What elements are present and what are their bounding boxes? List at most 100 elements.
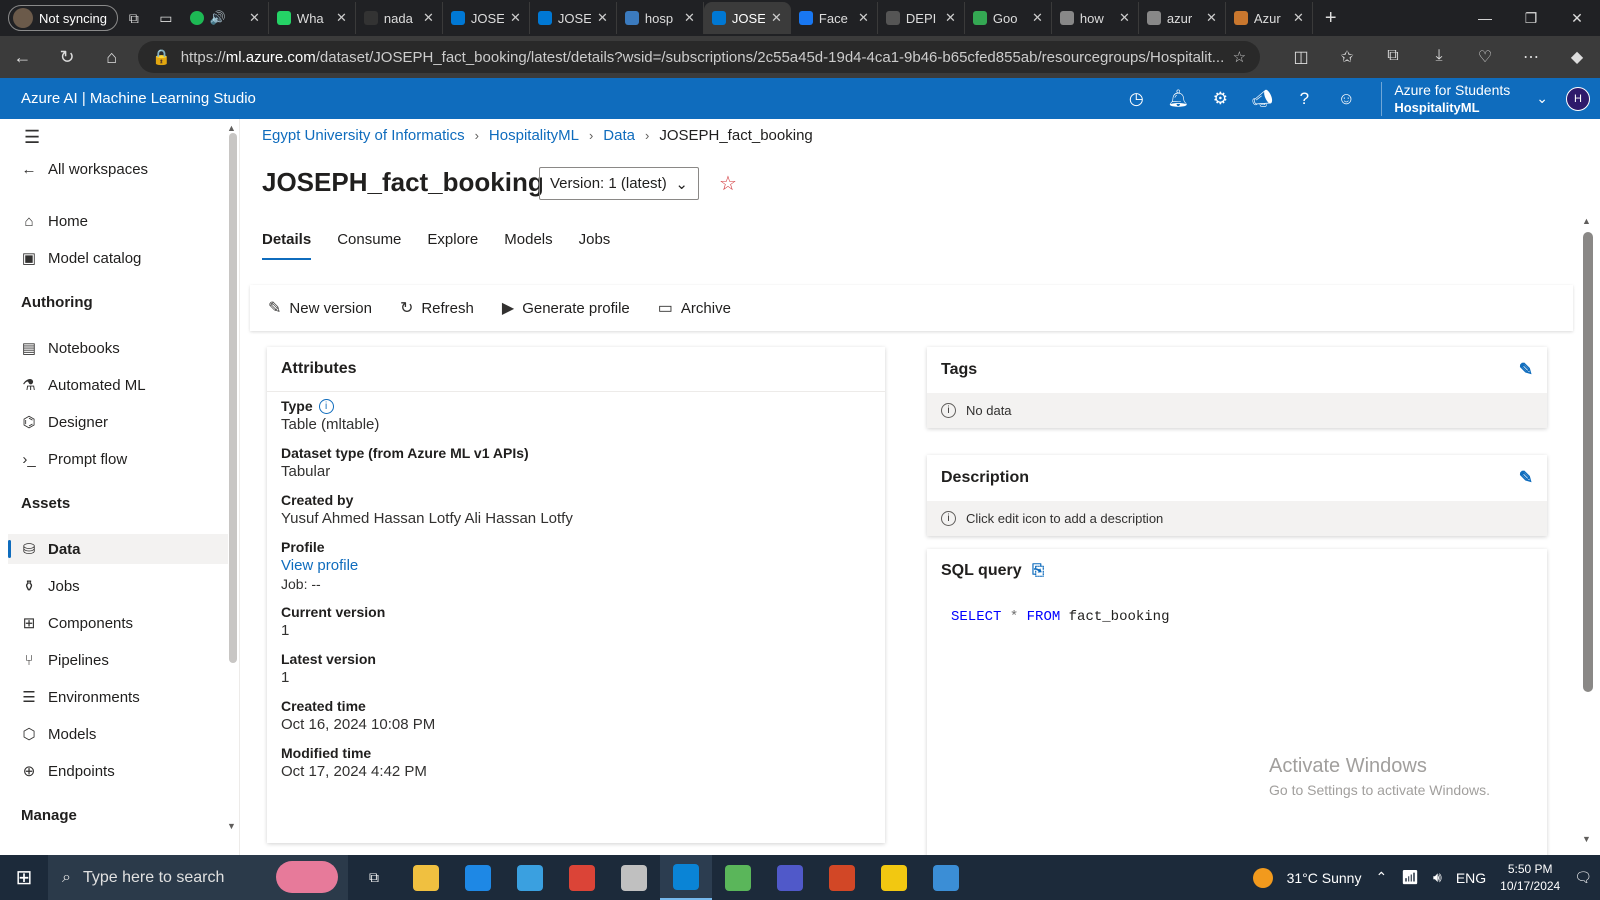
info-icon[interactable]: i [318,398,334,414]
main-scroll-down[interactable]: ▼ [1582,834,1591,844]
taskbar-app[interactable] [452,855,504,900]
taskbar-app[interactable] [816,855,868,900]
close-icon[interactable]: ✕ [510,10,521,26]
close-icon[interactable]: ✕ [423,10,434,26]
edit-tags-icon[interactable]: ✎ [1519,360,1533,380]
taskbar-app[interactable] [660,855,712,900]
account-switcher[interactable]: Azure for Students HospitalityML [1381,81,1510,116]
close-icon[interactable]: ✕ [249,10,260,26]
taskbar-app[interactable] [764,855,816,900]
nav-environments[interactable]: ☰ Environments [20,682,226,712]
favorite-star-icon[interactable]: ☆ [719,171,737,196]
archive-button[interactable]: ▭ Archive [658,298,731,318]
breadcrumb-workspace[interactable]: HospitalityML [489,127,579,144]
nav-all-workspaces[interactable]: ← All workspaces [20,154,226,184]
close-icon[interactable]: ✕ [1119,10,1130,26]
browser-tab[interactable]: Azur ✕ [1226,2,1313,34]
close-icon[interactable]: ✕ [1206,10,1217,26]
close-icon[interactable]: ✕ [945,10,956,26]
nav-model-catalog[interactable]: ▣ Model catalog [20,243,226,273]
view-profile-link[interactable]: View profile [281,557,358,574]
browser-tab[interactable]: hosp ✕ [617,2,704,34]
browser-tab[interactable]: JOSE ✕ [530,2,617,34]
extensions-icon[interactable]: ♡ [1462,47,1508,67]
taskbar-search[interactable]: ⌕ Type here to search [48,855,348,900]
browser-tab[interactable]: JOSE ✕ [703,2,791,34]
announcement-icon[interactable]: 📣︎ [1241,89,1283,109]
close-icon[interactable]: ✕ [597,10,608,26]
browser-tab-spotify[interactable]: 🔊 ✕ [182,2,269,34]
weather-text[interactable]: 31°C Sunny [1287,870,1362,886]
browser-tab[interactable]: Face ✕ [791,2,878,34]
nav-scrollbar[interactable] [229,133,237,663]
start-button[interactable]: ⊞ [0,865,48,890]
split-screen-icon[interactable]: ◫ [1278,47,1324,67]
feedback-icon[interactable]: ☺ [1325,89,1367,109]
network-icon[interactable]: 📶︎ [1401,869,1419,886]
close-icon[interactable]: ✕ [684,10,695,26]
tray-chevron-icon[interactable]: ⌃ [1375,869,1387,886]
browser-tab[interactable]: azur ✕ [1139,2,1226,34]
gear-icon[interactable]: ⚙ [1199,89,1241,109]
chevron-down-icon[interactable]: ⌄ [1536,90,1548,107]
bell-icon[interactable]: 🔔︎ [1157,89,1199,109]
minimize-button[interactable]: — [1462,10,1508,27]
tab-jobs[interactable]: Jobs [579,231,611,260]
url-field[interactable]: 🔒 https://ml.azure.com/dataset/JOSEPH_fa… [138,41,1261,73]
taskbar-app[interactable] [868,855,920,900]
sql-code-view[interactable]: SELECT * FROM fact_booking [939,599,1535,849]
taskbar-app[interactable] [920,855,972,900]
breadcrumb-data[interactable]: Data [603,127,635,144]
nav-designer[interactable]: ⌬ Designer [20,407,226,437]
nav-endpoints[interactable]: ⊕ Endpoints [20,756,226,786]
copy-icon[interactable]: ⎘ [1032,562,1044,579]
nav-home[interactable]: ⌂ Home [20,206,226,236]
clock[interactable]: 5:50 PM 10/17/2024 [1500,861,1560,895]
browser-tab[interactable]: Wha ✕ [269,2,356,34]
language-indicator[interactable]: ENG [1456,870,1486,886]
nav-models[interactable]: ⬡ Models [20,719,226,749]
taskbar-app[interactable] [608,855,660,900]
edit-description-icon[interactable]: ✎ [1519,468,1533,488]
copilot-icon[interactable]: ◆ [1554,47,1600,67]
close-icon[interactable]: ✕ [1032,10,1043,26]
browser-tab[interactable]: JOSE ✕ [443,2,530,34]
taskbar-app[interactable] [712,855,764,900]
nav-scroll-down[interactable]: ▼ [227,821,236,831]
nav-pipelines[interactable]: ⑂ Pipelines [20,645,226,675]
tab-consume[interactable]: Consume [337,231,401,260]
nav-jobs[interactable]: ⚱ Jobs [20,571,226,601]
studio-brand[interactable]: Azure AI | Machine Learning Studio [21,90,256,107]
workspaces-icon[interactable]: ⧉ [118,4,150,32]
close-icon[interactable]: ✕ [1293,10,1304,26]
close-window-button[interactable]: ✕ [1554,10,1600,27]
close-icon[interactable]: ✕ [336,10,347,26]
browser-tab[interactable]: how ✕ [1052,2,1139,34]
collections-icon[interactable]: ⧉ [1370,47,1416,67]
maximize-button[interactable]: ❐ [1508,10,1554,27]
version-dropdown[interactable]: Version: 1 (latest) ⌄ [539,167,699,200]
profile-button[interactable]: Not syncing [8,5,118,31]
hamburger-menu-icon[interactable]: ☰ [24,127,40,148]
taskbar-app[interactable] [400,855,452,900]
home-button[interactable]: ⌂ [89,47,134,68]
tab-models[interactable]: Models [504,231,552,260]
reload-button[interactable]: ↻ [45,47,90,68]
new-version-button[interactable]: ✎ New version [268,298,372,318]
close-icon[interactable]: ✕ [771,10,782,26]
nav-automated-ml[interactable]: ⚗ Automated ML [20,370,226,400]
new-tab-button[interactable]: + [1313,7,1349,30]
generate-profile-button[interactable]: ▶ Generate profile [502,298,630,318]
notifications-icon[interactable]: 🗨︎ [1574,869,1592,886]
nav-data[interactable]: ⛁ Data [8,534,228,564]
close-icon[interactable]: ✕ [858,10,869,26]
main-scroll-up[interactable]: ▲ [1582,216,1591,226]
tab-actions-icon[interactable]: ▭ [150,4,182,32]
favorite-star-icon[interactable]: ☆ [1233,48,1246,66]
nav-notebooks[interactable]: ▤ Notebooks [20,333,226,363]
back-button[interactable]: ← [0,47,45,68]
breadcrumb-directory[interactable]: Egypt University of Informatics [262,127,465,144]
task-view-button[interactable]: ⧉ [348,855,400,900]
taskbar-app[interactable] [504,855,556,900]
more-icon[interactable]: ⋯ [1508,47,1554,67]
